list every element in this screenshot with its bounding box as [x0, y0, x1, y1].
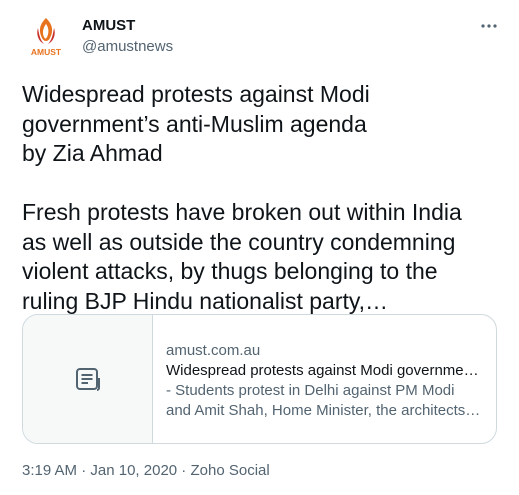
card-title: Widespread protests against Modi governm…: [166, 362, 484, 379]
meta-separator: ·: [77, 462, 91, 479]
tweet-source[interactable]: Zoho Social: [190, 462, 269, 479]
card-description: - Students protest in Delhi against PM M…: [166, 381, 484, 421]
more-horizontal-icon: [481, 24, 497, 28]
card-body: amust.com.au Widespread protests against…: [166, 341, 484, 421]
author-names: AMUST @amustnews: [82, 16, 173, 57]
meta-separator: ·: [177, 462, 191, 479]
card-domain: amust.com.au: [166, 342, 261, 359]
card-thumbnail: [23, 315, 153, 443]
tweet-text: Widespread protests against Modi governm…: [22, 81, 462, 314]
tweet-date[interactable]: Jan 10, 2020: [90, 462, 177, 479]
tweet-meta: 3:19 AM · Jan 10, 2020 · Zoho Social: [22, 461, 270, 481]
article-icon: [76, 368, 100, 391]
tweet: AMUST AMUST @amustnews Widespread protes…: [0, 0, 519, 495]
more-options-button[interactable]: [475, 14, 503, 38]
tweet-time[interactable]: 3:19 AM: [22, 462, 77, 479]
logo-text: AMUST: [31, 47, 62, 57]
card-description-line: - Students protest in Delhi against PM M…: [166, 382, 455, 399]
tweet-header: AMUST AMUST @amustnews: [22, 14, 503, 62]
card-description-line: and Amit Shah, Home Minister, the archit…: [166, 402, 481, 419]
author-handle[interactable]: @amustnews: [82, 37, 173, 57]
amust-logo-icon: AMUST: [31, 18, 62, 57]
avatar[interactable]: AMUST: [22, 14, 70, 62]
link-card[interactable]: amust.com.au Widespread protests against…: [22, 314, 497, 444]
display-name[interactable]: AMUST: [82, 16, 173, 36]
